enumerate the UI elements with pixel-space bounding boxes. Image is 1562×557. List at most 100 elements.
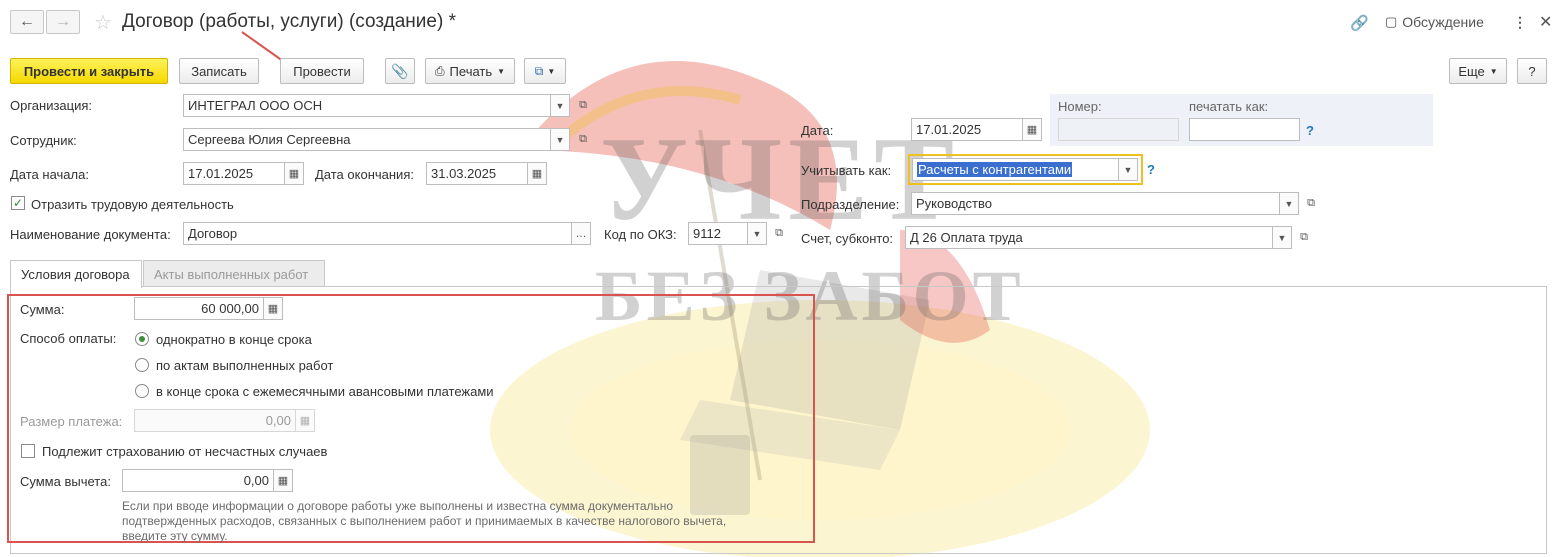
account-field[interactable]: Д 26 Оплата труда [905, 226, 1273, 249]
chevron-down-icon: ▼ [1489, 66, 1498, 76]
end-date-field[interactable]: 31.03.2025 [426, 162, 528, 185]
payment-size-field: 0,00 [134, 409, 296, 432]
deduction-hint: Если при вводе информации о договоре раб… [122, 499, 726, 544]
tab-conditions-label: Условия договора [21, 267, 130, 282]
chevron-down-icon: ▼ [1277, 232, 1287, 243]
reflect-activity-checkbox[interactable]: ✓ [11, 196, 25, 210]
forward-button[interactable]: → [46, 10, 80, 34]
employee-field[interactable]: Сергеева Юлия Сергеевна [183, 128, 551, 151]
date-calendar[interactable]: ▦ [1022, 118, 1042, 141]
start-date-label: Дата начала: [10, 167, 89, 182]
organization-label: Организация: [10, 98, 93, 113]
print-button[interactable]: ⎙ Печать ▼ [425, 58, 515, 84]
arrow-left-icon: ← [19, 13, 35, 30]
sum-field[interactable]: 60 000,00 [134, 297, 264, 320]
print-as-label: печатать как: [1189, 99, 1269, 114]
calendar-icon: ▦ [1026, 124, 1038, 136]
account-as-dropdown[interactable]: ▼ [1118, 158, 1138, 181]
back-button[interactable]: ← [10, 10, 44, 34]
post-button[interactable]: Провести [280, 58, 364, 84]
start-date-field[interactable]: 17.01.2025 [183, 162, 285, 185]
payment-size-calculator: ▦ [295, 409, 315, 432]
doc-name-label: Наименование документа: [10, 227, 171, 242]
calendar-icon: ▦ [288, 168, 300, 180]
post-and-close-label: Провести и закрыть [23, 63, 155, 79]
hint-line-1: Если при вводе информации о договоре раб… [122, 499, 674, 513]
calculator-icon: ▦ [299, 415, 311, 427]
print-as-help-icon[interactable]: ? [1306, 123, 1314, 138]
reflect-activity-label: Отразить трудовую деятельность [31, 197, 234, 212]
insurance-checkbox[interactable] [21, 444, 35, 458]
account-as-value: Расчеты с контрагентами [917, 162, 1073, 177]
tab-conditions[interactable]: Условия договора [10, 260, 142, 288]
okz-field[interactable]: 9112 [688, 222, 748, 245]
date-label: Дата: [801, 123, 834, 138]
more-menu-icon[interactable]: ⋮ [1513, 14, 1527, 31]
discussion-label: Обсуждение [1402, 14, 1484, 30]
save-button[interactable]: Записать [179, 58, 259, 84]
create-based-on-button[interactable]: ⧉ ▼ [524, 58, 566, 84]
employee-dropdown[interactable]: ▼ [550, 128, 570, 151]
doc-name-select-button[interactable]: … [571, 222, 591, 245]
tab-acts-label: Акты выполненных работ [154, 266, 309, 282]
close-icon[interactable]: ✕ [1539, 12, 1552, 32]
organization-dropdown[interactable]: ▼ [550, 94, 570, 117]
account-open-icon[interactable]: ⧉ [1295, 226, 1313, 249]
sum-label: Сумма: [20, 302, 65, 317]
chevron-down-icon: ▼ [1284, 198, 1294, 209]
department-label: Подразделение: [801, 197, 900, 212]
deduction-calculator[interactable]: ▦ [273, 469, 293, 492]
print-as-field[interactable] [1189, 118, 1300, 141]
link-icon[interactable]: 🔗 [1350, 14, 1369, 32]
more-button[interactable]: Еще ▼ [1449, 58, 1507, 84]
account-dropdown[interactable]: ▼ [1272, 226, 1292, 249]
calculator-icon: ▦ [277, 475, 289, 487]
account-as-field[interactable]: Расчеты с контрагентами [912, 158, 1119, 181]
post-and-close-button[interactable]: Провести и закрыть [10, 58, 168, 84]
payment-size-label: Размер платежа: [20, 414, 123, 429]
chat-icon: ▢ [1385, 14, 1398, 29]
hint-line-2: подтвержденных расходов, связанных с вып… [122, 514, 727, 528]
employee-label: Сотрудник: [10, 133, 77, 148]
department-dropdown[interactable]: ▼ [1279, 192, 1299, 215]
deduction-field[interactable]: 0,00 [122, 469, 274, 492]
organization-field[interactable]: ИНТЕГРАЛ ООО ОСН [183, 94, 551, 117]
okz-open-icon[interactable]: ⧉ [770, 222, 788, 245]
calendar-icon: ▦ [531, 168, 543, 180]
favorite-star-icon[interactable]: ☆ [94, 10, 112, 35]
chevron-down-icon: ▼ [555, 134, 565, 145]
checkmark-icon: ✓ [12, 196, 24, 210]
chevron-down-icon: ▼ [1123, 164, 1133, 175]
save-label: Записать [191, 63, 247, 79]
help-button[interactable]: ? [1517, 58, 1547, 84]
attach-button[interactable]: 📎 [385, 58, 415, 84]
chevron-down-icon: ▼ [752, 228, 762, 239]
end-date-calendar[interactable]: ▦ [527, 162, 547, 185]
start-date-calendar[interactable]: ▦ [284, 162, 304, 185]
okz-label: Код по ОКЗ: [604, 227, 677, 242]
payment-option-once-label: однократно в конце срока [156, 332, 312, 347]
tab-acts[interactable]: Акты выполненных работ [143, 260, 325, 287]
doc-name-field[interactable]: Договор [183, 222, 572, 245]
account-label: Счет, субконто: [801, 231, 894, 246]
payment-option-once-radio[interactable] [135, 332, 149, 346]
end-date-label: Дата окончания: [315, 167, 414, 182]
deduction-label: Сумма вычета: [20, 474, 111, 489]
chevron-down-icon: ▼ [547, 66, 556, 76]
department-open-icon[interactable]: ⧉ [1302, 192, 1320, 215]
printer-icon: ⎙ [434, 63, 445, 78]
discussion-button[interactable]: ▢ Обсуждение [1385, 14, 1484, 30]
payment-option-acts-label: по актам выполненных работ [156, 358, 334, 373]
insurance-label: Подлежит страхованию от несчастных случа… [42, 444, 328, 459]
account-as-help-icon[interactable]: ? [1147, 162, 1155, 177]
employee-open-icon[interactable]: ⧉ [574, 128, 592, 151]
number-field[interactable] [1058, 118, 1179, 141]
sum-calculator[interactable]: ▦ [263, 297, 283, 320]
organization-open-icon[interactable]: ⧉ [574, 94, 592, 117]
okz-dropdown[interactable]: ▼ [747, 222, 767, 245]
payment-option-acts-radio[interactable] [135, 358, 149, 372]
payment-option-advance-radio[interactable] [135, 384, 149, 398]
post-label: Провести [293, 63, 351, 79]
department-field[interactable]: Руководство [911, 192, 1280, 215]
date-field[interactable]: 17.01.2025 [911, 118, 1023, 141]
